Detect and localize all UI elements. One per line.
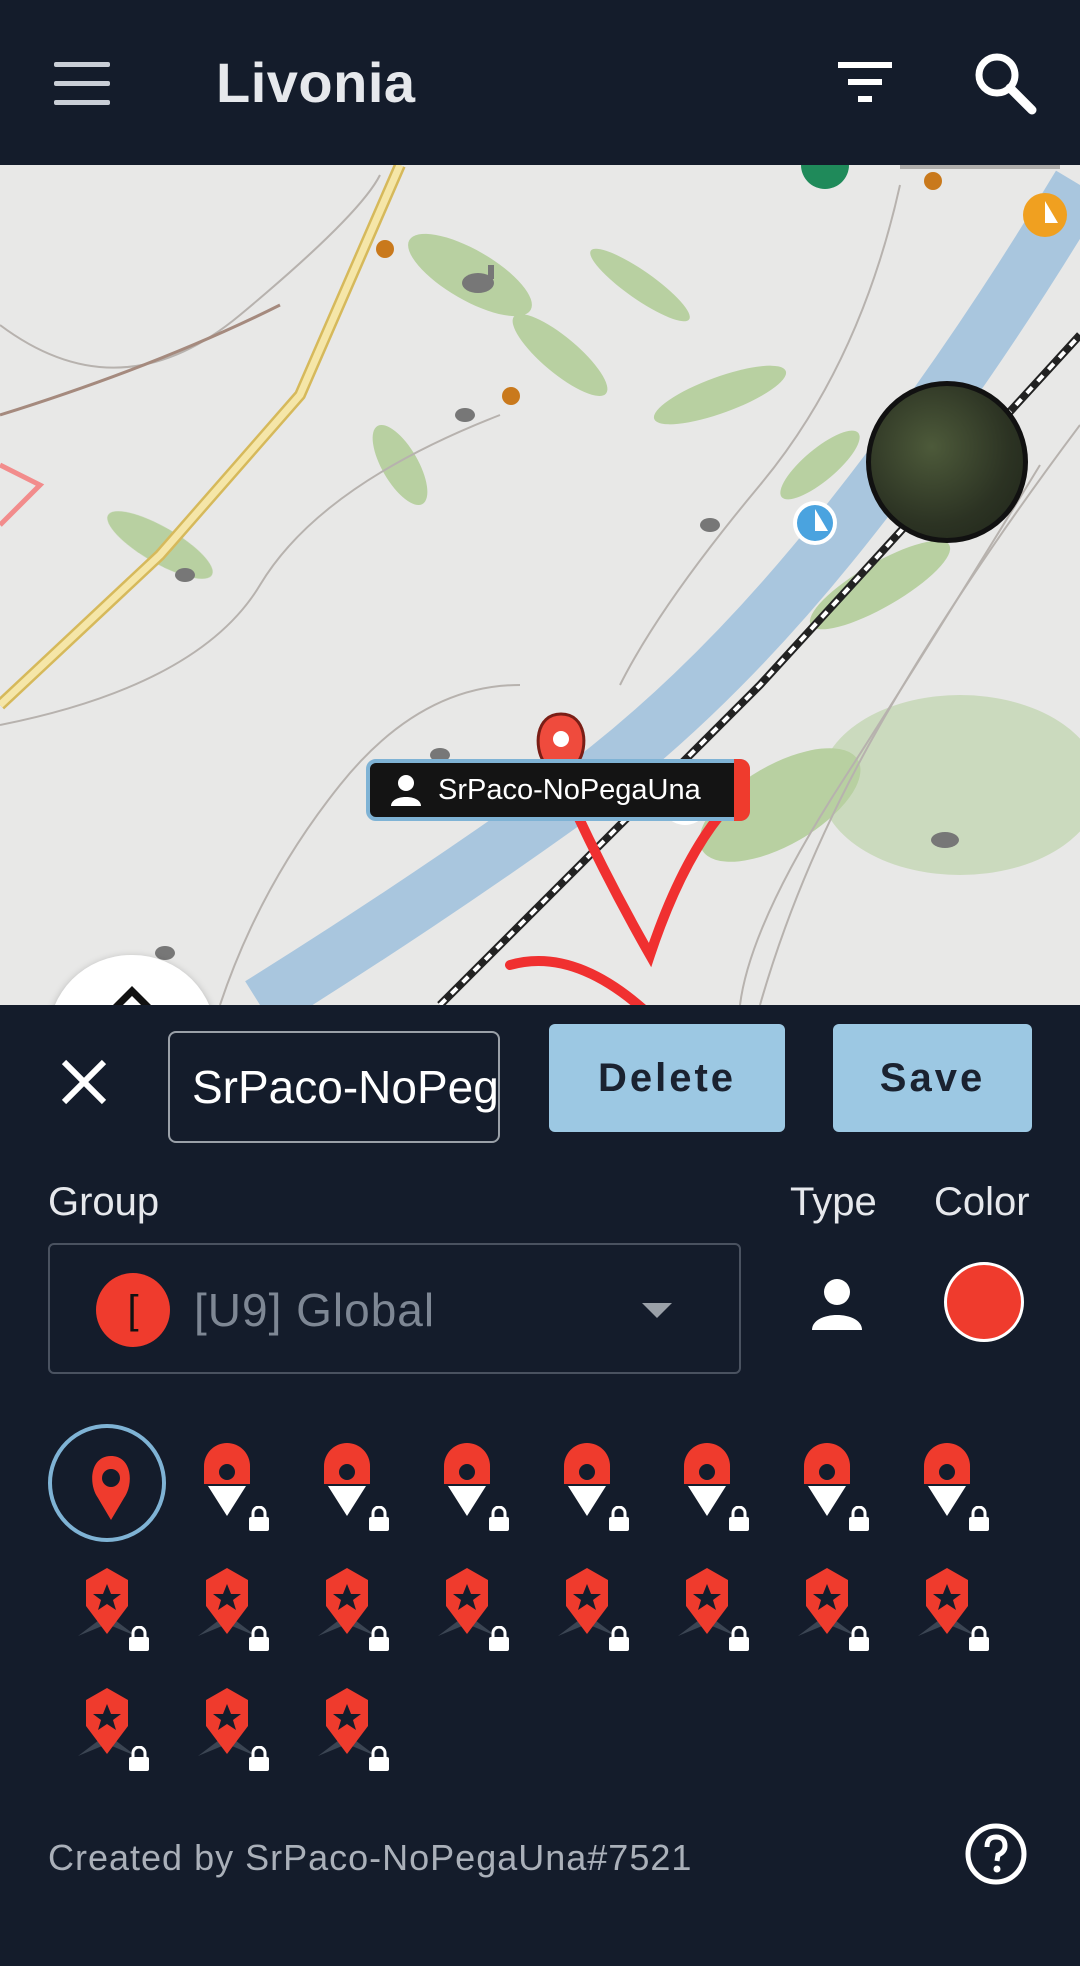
star-6-pin-icon[interactable] [168,1664,286,1782]
star-3-pin-icon[interactable] [768,1544,886,1662]
lock-icon [366,1746,392,1771]
rank-2-pin-icon[interactable] [288,1544,406,1662]
page-title: Livonia [216,51,416,114]
lock-icon [246,1626,272,1651]
person-type-icon[interactable] [806,1274,868,1336]
person-icon [391,775,421,806]
lock-icon [246,1746,272,1771]
lock-icon [966,1506,992,1531]
lock-icon [126,1626,152,1651]
group-value: [U9] Global [194,1284,436,1336]
lock-icon [486,1506,512,1531]
steering-pin-icon[interactable] [408,1424,526,1542]
rank-3-pin-icon[interactable] [408,1544,526,1662]
star-1-pin-icon[interactable] [528,1544,646,1662]
star-2-pin-icon[interactable] [648,1544,766,1662]
marker-name-input[interactable] [168,1031,500,1143]
group-select[interactable]: [ [U9] Global [48,1243,741,1374]
save-button[interactable]: Save [833,1024,1032,1132]
lock-icon [366,1626,392,1651]
lock-icon [606,1626,632,1651]
player-marker-name: SrPaco-NoPegaUna [438,773,701,806]
menu-icon[interactable] [44,52,124,116]
fork-pin-icon[interactable] [528,1424,646,1542]
app-root: Livonia SrPaco-NoPegaUna SrPaco-NoPegaUn… [0,0,1080,1966]
created-by-text: Created by SrPaco-NoPegaUna#7521 [48,1837,693,1878]
color-label: Color [934,1180,1030,1224]
lock-icon [846,1506,872,1531]
filter-icon[interactable] [830,50,900,114]
lock-icon [966,1626,992,1651]
player-marker-label[interactable]: SrPaco-NoPegaUna [366,759,750,821]
top-app-bar: Livonia [0,0,1080,165]
lock-icon [366,1506,392,1531]
beret-pin-icon[interactable] [768,1424,886,1542]
lock-icon [846,1626,872,1651]
lock-icon [726,1506,752,1531]
lock-icon [246,1506,272,1531]
lock-icon [126,1746,152,1771]
map-view[interactable]: SrPaco-NoPegaUna [0,165,1080,1005]
star-7-pin-icon[interactable] [288,1664,406,1782]
search-icon[interactable] [970,48,1040,118]
map-background [0,165,1080,1005]
delete-button[interactable]: Delete [549,1024,785,1132]
cap-pin-icon[interactable] [648,1424,766,1542]
default-pin-icon[interactable] [48,1424,166,1542]
star-4-pin-icon[interactable] [888,1544,1006,1662]
lock-icon [606,1506,632,1531]
basket-button[interactable] [48,955,216,1005]
skull-pin-icon[interactable] [48,1544,166,1662]
satellite-toggle[interactable] [866,381,1028,543]
type-label: Type [790,1180,877,1224]
lock-icon [726,1626,752,1651]
basket-icon [113,986,151,1005]
medical-pin-icon[interactable] [168,1424,286,1542]
marker-color-strip [734,759,750,821]
target-pin-icon[interactable] [288,1424,406,1542]
dropdown-arrow-icon [642,1303,672,1318]
help-icon[interactable] [964,1822,1028,1886]
rank-1-pin-icon[interactable] [168,1544,286,1662]
group-label: Group [48,1180,160,1224]
color-swatch[interactable] [944,1262,1024,1342]
close-icon[interactable] [52,1050,116,1114]
star-5-pin-icon[interactable] [48,1664,166,1782]
group-badge: [ [96,1273,170,1347]
eye-pin-icon[interactable] [888,1424,1006,1542]
lock-icon [486,1626,512,1651]
